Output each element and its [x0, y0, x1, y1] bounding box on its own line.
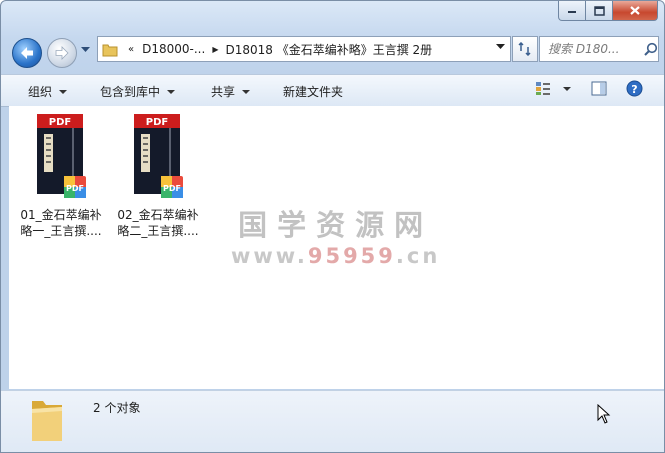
minimize-icon [568, 10, 576, 13]
details-pane: 2 个对象 [1, 390, 664, 452]
view-options-icon [536, 82, 550, 95]
watermark-url: www.95959.cn [231, 244, 441, 268]
chevron-down-icon [242, 89, 251, 94]
folder-icon [102, 44, 118, 56]
back-arrow-icon [21, 47, 33, 59]
address-bar[interactable]: « D18000-... ▶ D18018 《金石萃编补略》王言撰 2册 [97, 36, 511, 62]
breadcrumb-separator-icon[interactable]: ▶ [212, 45, 218, 54]
pdf-badge-label: PDF [49, 117, 71, 128]
pdf-file-icon: PDF PDF [36, 114, 86, 198]
breadcrumb-item-current[interactable]: D18018 《金石萃编补略》王言撰 2册 [225, 41, 432, 58]
new-folder-label: 新建文件夹 [283, 85, 344, 99]
include-in-library-label: 包含到库中 [100, 85, 161, 99]
address-dropdown-icon[interactable] [496, 44, 505, 50]
recent-pages-dropdown-icon[interactable] [81, 47, 90, 53]
search-input[interactable] [546, 41, 644, 57]
svg-text:?: ? [631, 83, 637, 96]
explorer-window: « D18000-... ▶ D18018 《金石萃编补略》王言撰 2册 组织 … [0, 0, 665, 453]
refresh-button[interactable] [512, 36, 538, 62]
organize-menu[interactable]: 组织 [28, 83, 68, 100]
new-folder-button[interactable]: 新建文件夹 [283, 83, 343, 100]
share-label: 共享 [211, 85, 236, 99]
help-button[interactable]: ? [626, 80, 643, 97]
chevron-down-icon [59, 89, 68, 94]
close-button[interactable] [613, 1, 658, 21]
pdf-badge-label: PDF [146, 117, 168, 128]
preview-pane-icon [591, 81, 607, 96]
forward-button[interactable] [47, 38, 77, 68]
forward-arrow-icon [55, 46, 69, 60]
command-bar: 组织 包含到库中 共享 新建文件夹 ? [1, 74, 664, 107]
organize-label: 组织 [28, 85, 53, 99]
maximize-button[interactable] [586, 1, 613, 21]
search-box[interactable] [539, 36, 659, 62]
preview-pane-button[interactable] [591, 81, 607, 96]
share-menu[interactable]: 共享 [211, 83, 251, 100]
item-count: 2 个对象 [93, 401, 141, 415]
close-icon [630, 6, 640, 15]
mouse-cursor-icon [597, 404, 611, 424]
refresh-icon [518, 42, 531, 56]
file-item-01[interactable]: PDF PDF 01_金石萃编补略一_王言撰.... [15, 114, 107, 239]
file-list-view[interactable]: PDF PDF 01_金石萃编补略一_王言撰.... PDF PDF 02_金石… [9, 106, 664, 389]
folder-icon [32, 401, 62, 441]
include-in-library-menu[interactable]: 包含到库中 [100, 83, 176, 100]
pdf-file-icon: PDF PDF [133, 114, 183, 198]
watermark: 国学资源网 www.95959.cn [231, 202, 440, 268]
caption-buttons [558, 1, 658, 21]
search-icon[interactable] [644, 42, 658, 56]
pdf-app-badge-label: PDF [163, 184, 181, 193]
file-name[interactable]: 01_金石萃编补略一_王言撰.... [15, 207, 107, 239]
view-options-button[interactable] [535, 81, 571, 96]
pdf-app-badge-label: PDF [66, 184, 84, 193]
watermark-title: 国学资源网 [238, 208, 434, 242]
chevron-down-icon [563, 86, 571, 91]
help-icon: ? [626, 80, 643, 97]
breadcrumb-item[interactable]: D18000-... [142, 42, 205, 56]
minimize-button[interactable] [558, 1, 586, 21]
navigation-bar: « D18000-... ▶ D18018 《金石萃编补略》王言撰 2册 [9, 35, 659, 68]
breadcrumb-overflow[interactable]: « [128, 44, 134, 55]
file-name[interactable]: 02_金石萃编补略二_王言撰.... [112, 207, 204, 239]
back-button[interactable] [12, 38, 42, 68]
chevron-down-icon [167, 89, 176, 94]
file-item-02[interactable]: PDF PDF 02_金石萃编补略二_王言撰.... [112, 114, 204, 239]
maximize-icon [593, 5, 605, 16]
